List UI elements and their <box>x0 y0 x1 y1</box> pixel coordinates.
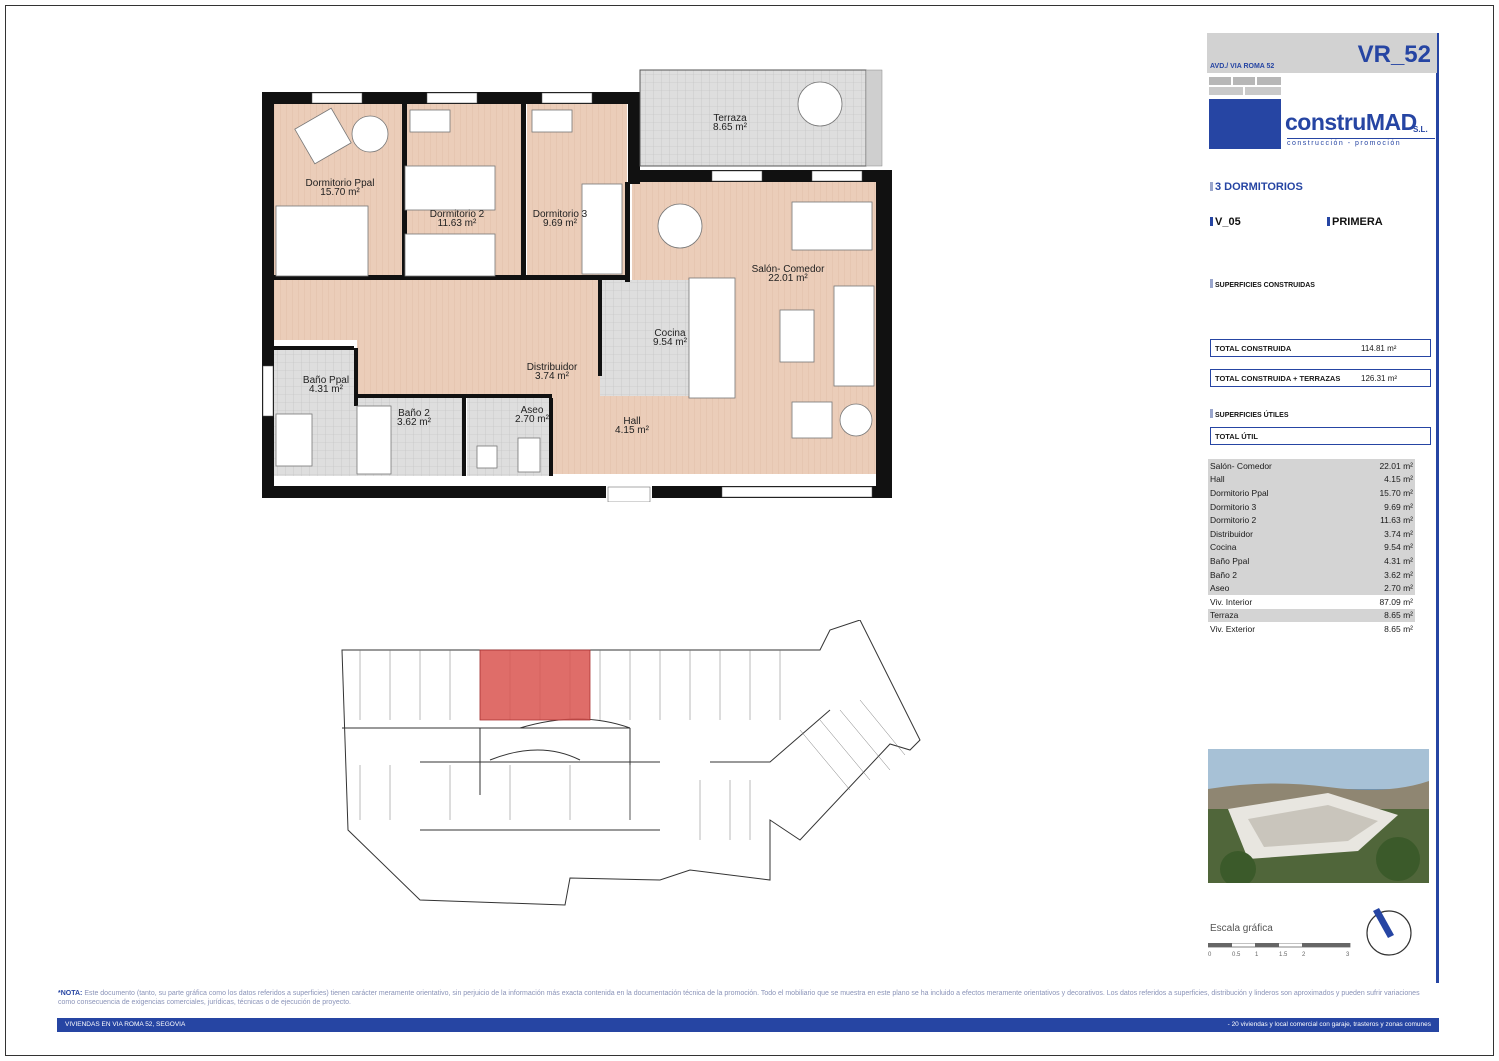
company-logo: construMAD S.L. construcción - promoción <box>1207 75 1437 151</box>
label-terraza: Terraza 8.65 m² <box>713 113 748 133</box>
total-built-box: TOTAL CONSTRUIDA 114.81 m² <box>1210 339 1431 357</box>
table-row: Distribuidor 3.74 m² <box>1208 526 1415 541</box>
area-value: 3.74 m² <box>1384 528 1413 539</box>
area-value: 22.01 m² <box>1379 460 1413 471</box>
disclaimer-note: *NOTA: Este documento (tanto, su parte g… <box>58 990 1420 1006</box>
area-value: 87.09 m² <box>1379 596 1413 607</box>
label-bano-ppal: Baño Ppal 4.31 m² <box>303 375 349 395</box>
area-name: Cocina <box>1210 542 1237 553</box>
north-arrow-icon <box>1366 908 1412 956</box>
scale-tick: 0.5 <box>1232 952 1241 958</box>
area-name: Viv. Interior <box>1210 596 1253 607</box>
area-name: Terraza <box>1210 610 1239 621</box>
area-value: 11.63 m² <box>1380 515 1413 526</box>
address: AVD./ VIA ROMA 52 <box>1210 63 1275 70</box>
unit-id-tag: V_05 <box>1210 216 1241 228</box>
table-row: Cocina 9.54 m² <box>1208 540 1415 555</box>
scale-tick: 2 <box>1302 952 1306 958</box>
scale-tick: 3 <box>1346 952 1350 958</box>
table-row: Baño Ppal 4.31 m² <box>1208 554 1415 568</box>
table-row: Dormitorio 2 11.63 m² <box>1208 513 1415 527</box>
logo-suffix: S.L. <box>1413 125 1428 134</box>
area-name: Baño 2 <box>1210 569 1237 580</box>
logo-name: construMAD <box>1285 109 1417 135</box>
useful-heading: SUPERFICIES ÚTILES <box>1210 409 1289 419</box>
footer-left: VIVIENDAS EN VIA ROMA 52, SEGOVIA <box>65 1021 186 1028</box>
info-panel: AVD./ VIA ROMA 52 VR_52 construMAD S.L. … <box>1207 33 1439 983</box>
panel-header: AVD./ VIA ROMA 52 VR_52 <box>1207 33 1437 73</box>
footer-right: - 20 viviendas y local comercial con gar… <box>1227 1021 1431 1028</box>
footer-bar: VIVIENDAS EN VIA ROMA 52, SEGOVIA - 20 v… <box>57 1018 1439 1032</box>
area-value: 3.62 m² <box>1384 569 1413 580</box>
floor-plan: Terraza 8.65 m² Dormitorio Ppal 15.70 m² D… <box>262 69 892 502</box>
area-name: Dormitorio 3 <box>1210 501 1257 512</box>
area-name: Viv. Exterior <box>1210 623 1256 634</box>
table-row: Hall 4.15 m² <box>1208 472 1415 487</box>
table-row: Salón- Comedor 22.01 m² <box>1208 459 1415 473</box>
logo-blocks-icon <box>1209 77 1281 149</box>
area-value: 9.69 m² <box>1384 501 1413 512</box>
area-name: Distribuidor <box>1210 528 1253 539</box>
built-heading: SUPERFICIES CONSTRUIDAS <box>1210 279 1315 289</box>
site-plan <box>341 620 921 906</box>
total-built-value: 114.81 m² <box>1361 343 1397 353</box>
area-value: 2.70 m² <box>1384 583 1413 594</box>
table-row: Dormitorio Ppal 15.70 m² <box>1208 486 1415 500</box>
table-row: Baño 2 3.62 m² <box>1208 567 1415 582</box>
area-name: Hall <box>1210 474 1225 485</box>
area-value: 15.70 m² <box>1379 487 1413 498</box>
table-row: Viv. Exterior 8.65 m² <box>1208 622 1415 636</box>
scale-bar: 0 0.5 1 1.5 2 3 <box>1208 943 1351 958</box>
areas-table: Salón- Comedor 22.01 m² Hall 4.15 m² Dormito… <box>1208 459 1415 636</box>
area-value: 8.65 m² <box>1384 623 1413 634</box>
area-value: 4.31 m² <box>1384 555 1413 566</box>
total-built-terr-box: TOTAL CONSTRUIDA + TERRAZAS 126.31 m² <box>1210 369 1431 387</box>
area-value: 4.15 m² <box>1384 474 1413 485</box>
table-row: Dormitorio 3 9.69 m² <box>1208 499 1415 514</box>
area-name: Dormitorio 2 <box>1210 515 1257 526</box>
bedrooms-tag: 3 DORMITORIOS <box>1210 181 1303 193</box>
aerial-photo <box>1208 749 1429 883</box>
floor-tag: PRIMERA <box>1327 216 1383 228</box>
scale-tick: 1 <box>1255 952 1259 958</box>
area-name: Aseo <box>1210 583 1230 594</box>
label-cocina: Cocina 9.54 m² <box>653 328 688 348</box>
area-name: Dormitorio Ppal <box>1210 487 1269 498</box>
highlighted-unit <box>479 649 591 721</box>
area-value: 9.54 m² <box>1384 542 1413 553</box>
area-name: Salón- Comedor <box>1210 460 1272 471</box>
table-row: Viv. Interior 87.09 m² <box>1208 595 1415 609</box>
logo-tagline: construcción - promoción <box>1287 138 1435 147</box>
label-bano2: Baño 2 3.62 m² <box>397 408 432 428</box>
table-row: Terraza 8.65 m² <box>1208 608 1415 623</box>
total-built-terr-value: 126.31 m² <box>1361 373 1398 383</box>
scale-tick: 1.5 <box>1279 952 1288 958</box>
scale-tick: 0 <box>1208 952 1212 958</box>
area-value: 8.65 m² <box>1384 610 1413 621</box>
project-code: VR_52 <box>1357 41 1431 68</box>
area-name: Baño Ppal <box>1210 555 1250 566</box>
table-row: Aseo 2.70 m² <box>1208 581 1415 595</box>
scale-label: Escala gráfica <box>1210 923 1273 934</box>
total-useful-box: TOTAL ÚTIL <box>1210 427 1431 445</box>
